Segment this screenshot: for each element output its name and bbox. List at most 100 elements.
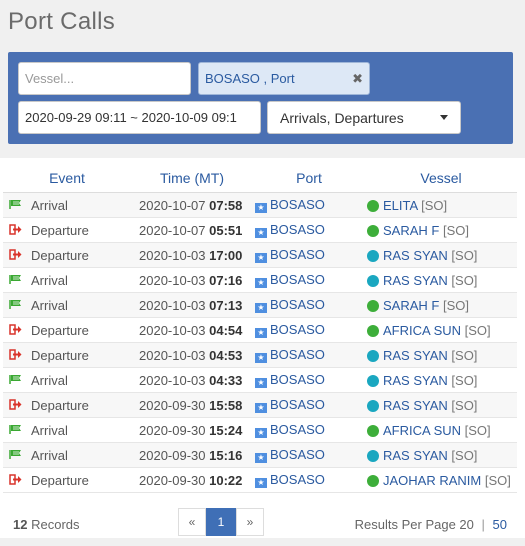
arrival-flag-icon	[9, 423, 22, 438]
table-row[interactable]: Departure 2020-09-30 10:22 ★ BOSASO JAOHAR R…	[3, 467, 517, 493]
port-cell: ★ BOSASO	[253, 367, 365, 393]
header-time[interactable]: Time (MT)	[131, 164, 253, 193]
event-cell: Departure	[3, 392, 131, 418]
departure-exit-icon	[9, 473, 22, 488]
somalia-flag-icon: ★	[255, 478, 267, 488]
somalia-flag-icon: ★	[255, 253, 267, 263]
vessel-flag-code: [SO]	[451, 372, 478, 388]
vessel-cell: RAS SYAN [SO]	[365, 392, 517, 418]
vessel-link[interactable]: SARAH F	[383, 223, 439, 238]
vessel-cell: AFRICA SUN [SO]	[365, 417, 517, 443]
port-link[interactable]: BOSASO	[270, 197, 325, 212]
event-time: 04:53	[209, 347, 243, 363]
table-row[interactable]: Arrival 2020-09-30 15:24 ★ BOSASO AFRICA SUN…	[3, 417, 517, 443]
header-port[interactable]: Port	[253, 164, 365, 193]
table-row[interactable]: Departure 2020-09-30 15:58 ★ BOSASO RAS SYAN…	[3, 392, 517, 418]
port-link[interactable]: BOSASO	[270, 322, 325, 337]
filter-bar: Vessel... BOSASO , Port ✖ 2020-09-29 09:…	[8, 52, 513, 144]
time-cell: 2020-09-30 10:22	[131, 467, 253, 493]
event-cell: Arrival	[3, 367, 131, 393]
vessel-link[interactable]: RAS SYAN	[383, 448, 448, 463]
event-cell: Departure	[3, 467, 131, 493]
port-link[interactable]: BOSASO	[270, 347, 325, 362]
port-link[interactable]: BOSASO	[270, 247, 325, 262]
port-cell: ★ BOSASO	[253, 317, 365, 343]
time-cell: 2020-10-07 07:58	[131, 192, 253, 218]
event-cell: Departure	[3, 242, 131, 268]
vessel-flag-code: [SO]	[451, 247, 478, 263]
vessel-link[interactable]: RAS SYAN	[383, 273, 448, 288]
port-filter-tag[interactable]: BOSASO , Port ✖	[198, 62, 370, 95]
table-row[interactable]: Arrival 2020-10-07 07:58 ★ BOSASO ELITA [SO]	[3, 192, 517, 218]
vessel-flag-code: [SO]	[464, 422, 491, 438]
event-date: 2020-10-03	[139, 372, 206, 388]
time-cell: 2020-10-03 17:00	[131, 242, 253, 268]
port-link[interactable]: BOSASO	[270, 447, 325, 462]
vessel-link[interactable]: AFRICA SUN	[383, 423, 461, 438]
port-link[interactable]: BOSASO	[270, 372, 325, 387]
event-type: Arrival	[31, 372, 68, 388]
somalia-flag-icon: ★	[255, 453, 267, 463]
vessel-status-dot-icon	[367, 374, 379, 387]
vessel-cell: RAS SYAN [SO]	[365, 342, 517, 368]
event-type: Arrival	[31, 422, 68, 438]
clear-port-icon[interactable]: ✖	[352, 71, 363, 87]
event-time: 15:24	[209, 422, 243, 438]
per-page-50-link[interactable]: 50	[493, 517, 507, 532]
table-row[interactable]: Departure 2020-10-03 04:54 ★ BOSASO AFRICA S…	[3, 317, 517, 343]
table-row[interactable]: Arrival 2020-09-30 15:16 ★ BOSASO RAS SYAN […	[3, 442, 517, 468]
results-panel: Event Time (MT) Port Vessel Arrival 2020-…	[0, 158, 525, 538]
event-type-value: Arrivals, Departures	[280, 109, 404, 126]
date-range-input[interactable]: 2020-09-29 09:11 ~ 2020-10-09 09:1	[18, 101, 261, 134]
vessel-flag-code: [SO]	[442, 222, 469, 238]
departure-exit-icon	[9, 223, 22, 238]
port-link[interactable]: BOSASO	[270, 422, 325, 437]
port-cell: ★ BOSASO	[253, 467, 365, 493]
port-link[interactable]: BOSASO	[270, 472, 325, 487]
port-link[interactable]: BOSASO	[270, 272, 325, 287]
departure-exit-icon	[9, 398, 22, 413]
port-cell: ★ BOSASO	[253, 267, 365, 293]
vessel-link[interactable]: AFRICA SUN	[383, 323, 461, 338]
event-time: 15:58	[209, 397, 243, 413]
pager-next-button[interactable]: »	[236, 508, 264, 536]
event-cell: Arrival	[3, 417, 131, 443]
table-row[interactable]: Arrival 2020-10-03 04:33 ★ BOSASO RAS SYAN […	[3, 367, 517, 393]
table-row[interactable]: Arrival 2020-10-03 07:13 ★ BOSASO SARAH F [S…	[3, 292, 517, 318]
header-event[interactable]: Event	[3, 164, 131, 193]
event-time: 07:13	[209, 297, 243, 313]
event-cell: Arrival	[3, 292, 131, 318]
port-link[interactable]: BOSASO	[270, 222, 325, 237]
vessel-link[interactable]: RAS SYAN	[383, 398, 448, 413]
vessel-link[interactable]: JAOHAR RANIM	[383, 473, 481, 488]
vessel-link[interactable]: ELITA	[383, 198, 417, 213]
port-link[interactable]: BOSASO	[270, 297, 325, 312]
vessel-link[interactable]: RAS SYAN	[383, 348, 448, 363]
somalia-flag-icon: ★	[255, 328, 267, 338]
vessel-link[interactable]: SARAH F	[383, 298, 439, 313]
vessel-status-dot-icon	[367, 224, 379, 237]
pager-prev-button[interactable]: «	[178, 508, 206, 536]
table-row[interactable]: Arrival 2020-10-03 07:16 ★ BOSASO RAS SYAN […	[3, 267, 517, 293]
event-date: 2020-10-03	[139, 272, 206, 288]
vessel-search-input[interactable]: Vessel...	[18, 62, 191, 95]
results-per-page: Results Per Page 20 | 50	[355, 517, 507, 532]
vessel-flag-code: [SO]	[421, 197, 448, 213]
event-date: 2020-09-30	[139, 447, 206, 463]
table-row[interactable]: Departure 2020-10-07 05:51 ★ BOSASO SARAH F …	[3, 217, 517, 243]
table-row[interactable]: Departure 2020-10-03 04:53 ★ BOSASO RAS SYAN…	[3, 342, 517, 368]
vessel-link[interactable]: RAS SYAN	[383, 373, 448, 388]
port-cell: ★ BOSASO	[253, 192, 365, 218]
departure-exit-icon	[9, 248, 22, 263]
vessel-link[interactable]: RAS SYAN	[383, 248, 448, 263]
event-cell: Arrival	[3, 192, 131, 218]
event-date: 2020-09-30	[139, 422, 206, 438]
somalia-flag-icon: ★	[255, 228, 267, 238]
event-type-select[interactable]: Arrivals, Departures	[267, 101, 461, 134]
header-vessel[interactable]: Vessel	[365, 164, 517, 193]
somalia-flag-icon: ★	[255, 303, 267, 313]
port-link[interactable]: BOSASO	[270, 397, 325, 412]
table-row[interactable]: Departure 2020-10-03 17:00 ★ BOSASO RAS SYAN…	[3, 242, 517, 268]
pager-page-1[interactable]: 1	[206, 508, 236, 536]
departure-exit-icon	[9, 323, 22, 338]
